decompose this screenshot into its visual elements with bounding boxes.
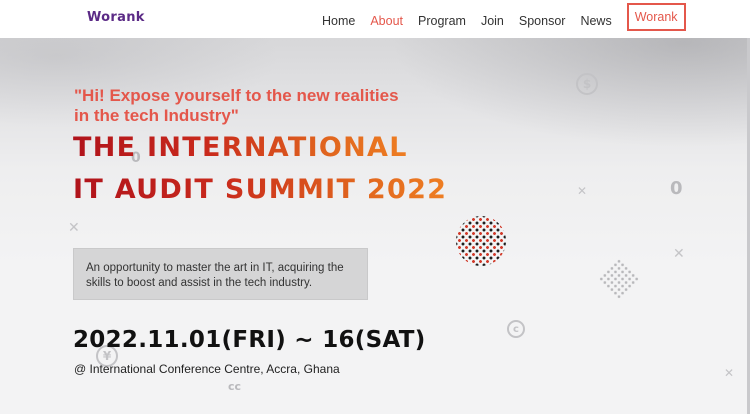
cent-coin-icon: c (507, 320, 525, 338)
nav-menu: Home About Program Join Sponsor News Wor… (322, 3, 686, 31)
nav-item-news[interactable]: News (580, 13, 611, 29)
top-navbar: Worank Home About Program Join Sponsor N… (0, 0, 750, 38)
dollar-coin-icon: $ (576, 73, 598, 95)
hero-description-line2: skills to boost and assist in the tech i… (86, 277, 313, 289)
nav-item-home[interactable]: Home (322, 13, 355, 29)
nav-item-worank-button[interactable]: Worank (626, 3, 686, 31)
nav-item-program[interactable]: Program (418, 13, 466, 29)
cross-mark-icon: ✕ (724, 366, 735, 380)
brand-logo[interactable]: Worank (87, 10, 145, 25)
hero-description-line1: An opportunity to master the art in IT, … (86, 262, 344, 274)
hero-tagline: "Hi! Expose yourself to the new realitie… (74, 86, 454, 126)
hero-description-box: An opportunity to master the art in IT, … (73, 248, 368, 300)
hero-tagline-line1: "Hi! Expose yourself to the new realitie… (74, 86, 399, 105)
zero-glyph-icon: 0 (670, 178, 683, 199)
cross-mark-icon: ✕ (68, 220, 80, 236)
hero-tagline-line2: in the tech Industry" (74, 106, 239, 125)
event-date: 2022.11.01(FRI) ~ 16(SAT) (73, 327, 426, 353)
nav-item-sponsor[interactable]: Sponsor (519, 13, 566, 29)
cross-mark-icon: ✕ (577, 184, 588, 198)
cross-mark-icon: ✕ (673, 246, 685, 262)
event-venue: @ International Conference Centre, Accra… (74, 362, 340, 376)
nav-item-about[interactable]: About (370, 13, 403, 29)
cent-coin-icon: cc (228, 380, 242, 393)
dotted-circle-pattern (456, 216, 506, 266)
hero-title-line1: THE INTERNATIONAL (73, 132, 408, 163)
nav-item-join[interactable]: Join (481, 13, 504, 29)
hero-title-line2: IT AUDIT SUMMIT 2022 (73, 174, 448, 205)
